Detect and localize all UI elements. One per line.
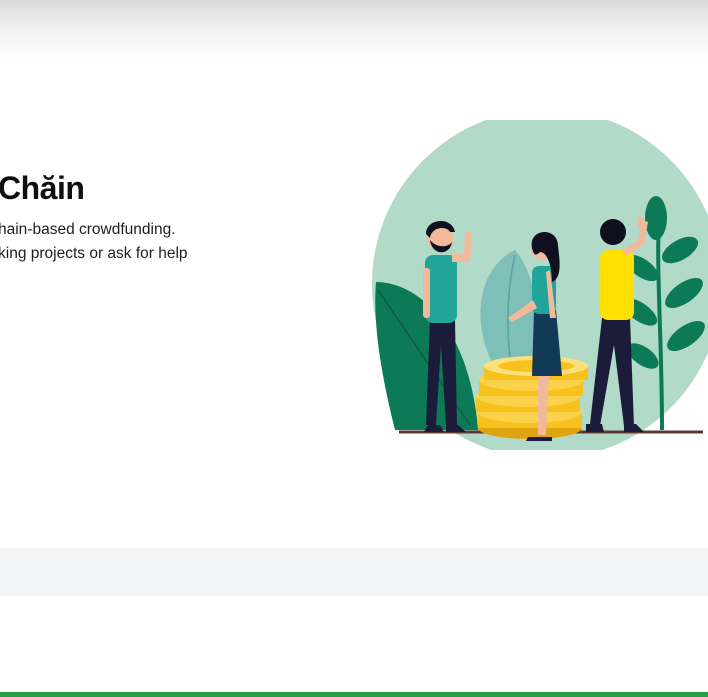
crowdfunding-illustration — [372, 120, 708, 450]
hero-description-line-1: hain-based crowdfunding. — [0, 221, 176, 238]
footer-band — [0, 548, 708, 596]
top-bar-shadow — [0, 0, 708, 60]
bottom-accent-bar — [0, 692, 708, 697]
coin-stack — [476, 356, 588, 439]
hero-title: Chăin — [0, 170, 85, 206]
page: Chăin hain-based crowdfunding. king proj… — [0, 0, 708, 697]
hero-description-line-2: king projects or ask for help — [0, 245, 188, 262]
